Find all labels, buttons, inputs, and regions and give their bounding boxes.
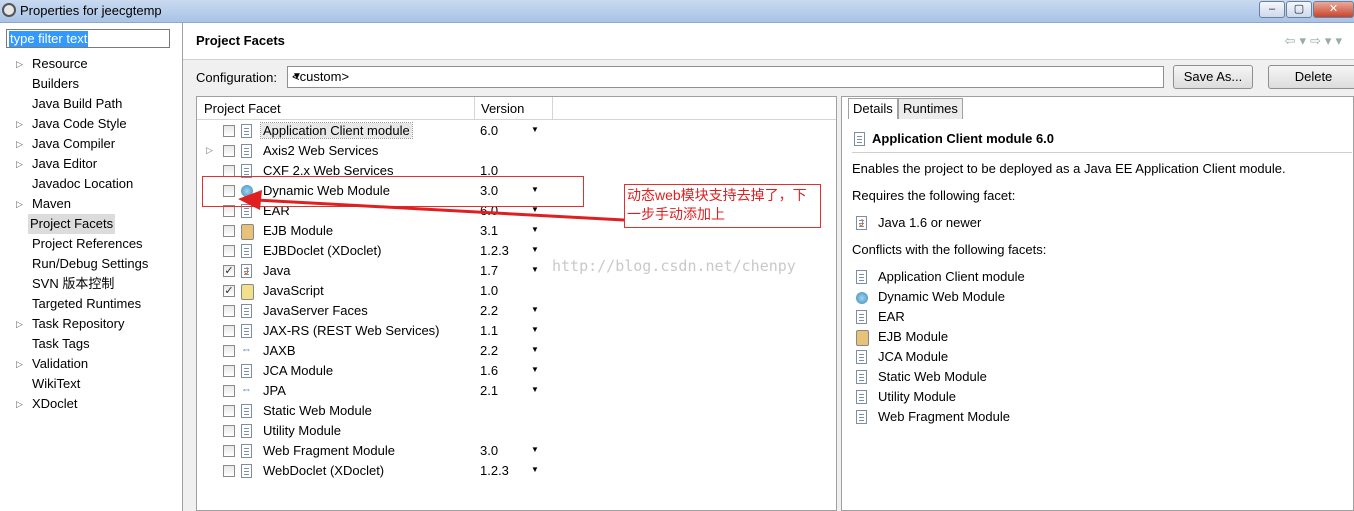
annotation-note: 动态web模块支持去掉了，下一步手动添加上: [624, 184, 821, 228]
watermark-text: http://blog.csdn.net/chenpy: [552, 257, 796, 275]
annotation-arrow-icon: [238, 190, 625, 222]
